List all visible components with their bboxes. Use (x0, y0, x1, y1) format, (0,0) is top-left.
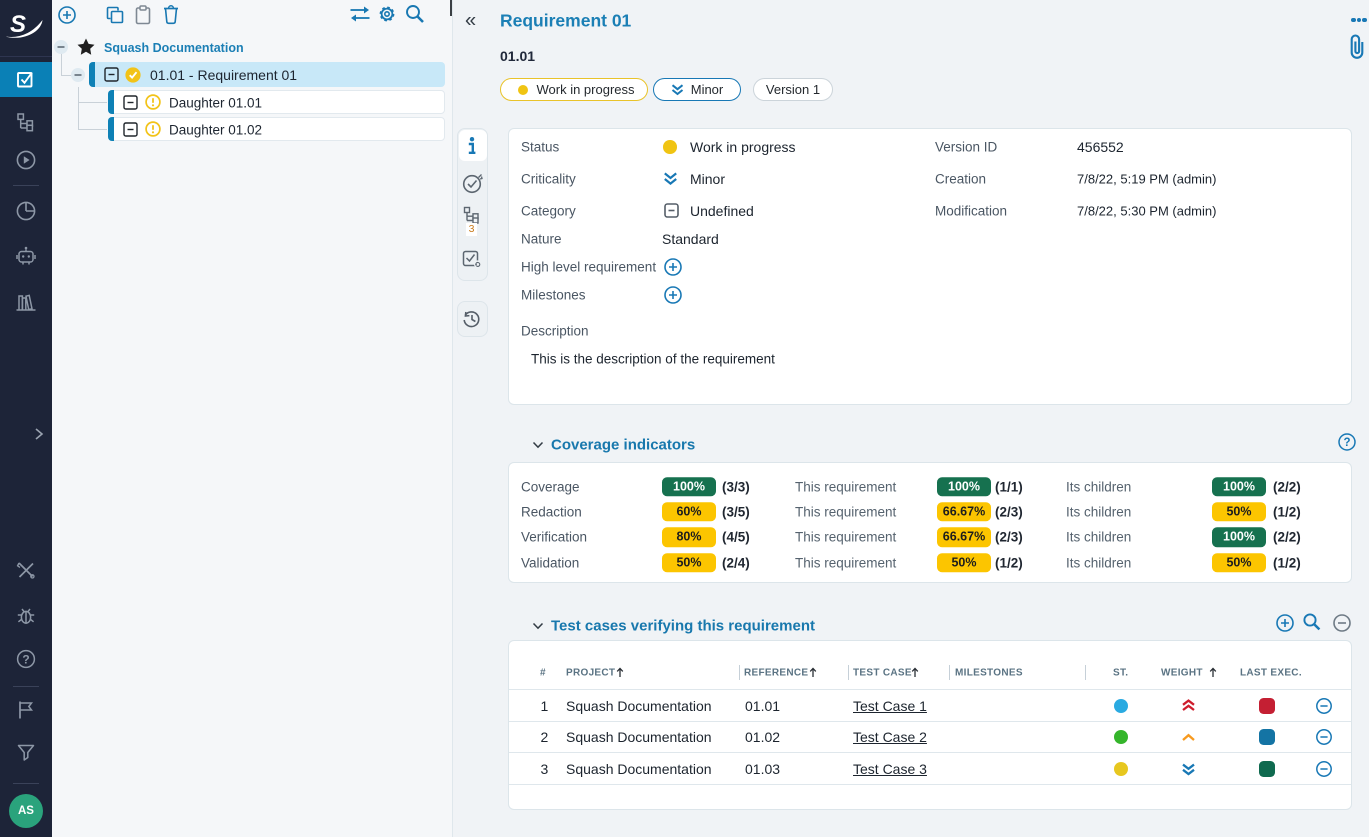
svg-text:?: ? (22, 652, 29, 666)
svg-text:S: S (10, 11, 26, 38)
svg-text:?: ? (1343, 437, 1350, 449)
